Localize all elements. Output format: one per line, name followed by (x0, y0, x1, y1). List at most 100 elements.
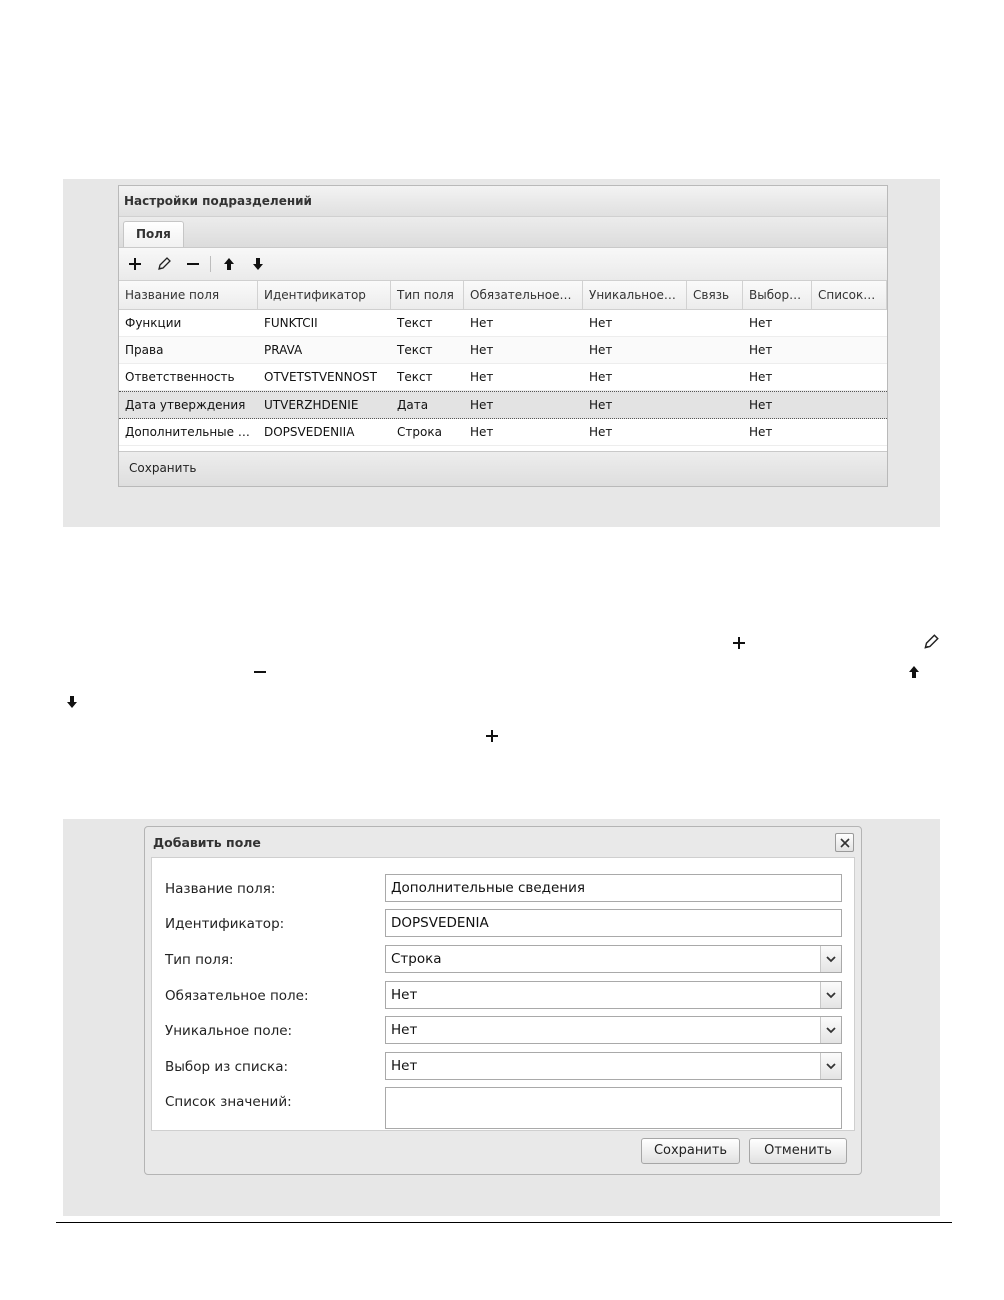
move-down-button[interactable] (248, 254, 268, 274)
save-button[interactable]: Сохранить (129, 461, 197, 475)
pencil-icon (158, 257, 171, 270)
cell-name: Права (125, 343, 164, 357)
chevron-down-icon (826, 1026, 836, 1033)
column-header-choice[interactable]: Выбор… (743, 281, 812, 309)
cell-link (687, 310, 743, 336)
field-required-select[interactable]: Нет (385, 981, 842, 1009)
toolbar-separator (210, 256, 211, 272)
chevron-down-icon (826, 1062, 836, 1069)
field-type-select[interactable]: Строка (385, 945, 842, 973)
table-row-selected[interactable]: Дата утверждения UTVERZHDENIE Дата Нет Н… (119, 391, 887, 419)
remove-field-button[interactable] (183, 254, 203, 274)
cell-required: Нет (470, 370, 494, 384)
column-header-name[interactable]: Название поля (119, 281, 258, 309)
arrow-down-icon (253, 258, 263, 270)
cell-list (812, 392, 887, 418)
cell-type: Текст (397, 316, 433, 330)
table-row[interactable]: Дополнительные … DOPSVEDENIIA Строка Нет… (119, 419, 887, 446)
cell-choice: Нет (749, 398, 773, 412)
column-header-type[interactable]: Тип поля (391, 281, 464, 309)
add-field-button[interactable] (125, 254, 145, 274)
form-row-choice: Выбор из списка: Нет (152, 1052, 854, 1082)
panel-footer: Сохранить (119, 451, 887, 486)
field-values-label: Список значений: (165, 1094, 292, 1110)
footer-divider (56, 1222, 952, 1223)
dialog-title: Добавить поле (153, 835, 261, 850)
cell-id: PRAVA (264, 343, 303, 357)
cell-list (812, 419, 887, 445)
cell-type: Текст (397, 370, 433, 384)
cell-link (687, 364, 743, 390)
minus-icon (254, 671, 266, 673)
cell-list (812, 310, 887, 336)
field-required-label: Обязательное поле: (165, 988, 309, 1004)
dropdown-trigger[interactable] (820, 946, 841, 972)
cell-id: OTVETSTVENNOST (264, 370, 377, 384)
move-up-button[interactable] (219, 254, 239, 274)
cell-type: Дата (397, 398, 429, 412)
field-id-input[interactable] (385, 909, 842, 937)
close-button[interactable] (835, 833, 854, 852)
minus-icon (187, 263, 199, 265)
chevron-down-icon (826, 955, 836, 962)
form-row-id: Идентификатор: (152, 909, 854, 939)
field-unique-label: Уникальное поле: (165, 1023, 293, 1039)
field-type-label: Тип поля: (165, 952, 234, 968)
cell-required: Нет (470, 343, 494, 357)
save-button[interactable]: Сохранить (641, 1138, 740, 1164)
grid-toolbar (119, 248, 887, 281)
dropdown-trigger[interactable] (820, 1053, 841, 1079)
edit-field-button[interactable] (154, 254, 174, 274)
cell-required: Нет (470, 316, 494, 330)
cell-link (687, 337, 743, 363)
screenshot-settings-grid: Настройки подразделений Поля Название по (63, 179, 940, 527)
field-type-value: Строка (391, 951, 442, 967)
form-row-values: Список значений: (152, 1087, 854, 1129)
panel-title: Настройки подразделений (119, 186, 887, 217)
field-choice-select[interactable]: Нет (385, 1052, 842, 1080)
column-header-list[interactable]: Список… (812, 281, 887, 309)
screenshot-add-field-dialog: Добавить поле Название поля: Идентификат… (63, 819, 940, 1216)
table-row[interactable]: Права PRAVA Текст Нет Нет Нет (119, 337, 887, 364)
cell-choice: Нет (749, 425, 773, 439)
tab-fields[interactable]: Поля (123, 221, 184, 247)
form-row-name: Название поля: (152, 874, 854, 904)
cell-list (812, 364, 887, 390)
cell-required: Нет (470, 398, 494, 412)
form-body: Название поля: Идентификатор: Тип поля: … (151, 857, 855, 1131)
table-row[interactable]: Ответственность OTVETSTVENNOST Текст Нет… (119, 364, 887, 391)
column-header-id[interactable]: Идентификатор (258, 281, 391, 309)
cell-name: Дата утверждения (125, 398, 246, 412)
close-icon (839, 837, 850, 848)
cell-name: Функции (125, 316, 182, 330)
form-row-required: Обязательное поле: Нет (152, 981, 854, 1011)
cell-choice: Нет (749, 370, 773, 384)
field-unique-select[interactable]: Нет (385, 1016, 842, 1044)
cancel-button[interactable]: Отменить (749, 1138, 847, 1164)
arrow-up-icon (909, 666, 919, 678)
dropdown-trigger[interactable] (820, 982, 841, 1008)
dropdown-trigger[interactable] (820, 1017, 841, 1043)
field-choice-label: Выбор из списка: (165, 1059, 289, 1075)
field-name-input[interactable] (385, 874, 842, 902)
cell-unique: Нет (589, 425, 613, 439)
cell-unique: Нет (589, 316, 613, 330)
column-header-unique[interactable]: Уникальное… (583, 281, 687, 309)
cell-list (812, 337, 887, 363)
plus-icon (486, 730, 498, 742)
cell-id: UTVERZHDENIE (264, 398, 359, 412)
cell-id: DOPSVEDENIIA (264, 425, 355, 439)
column-header-link[interactable]: Связь (687, 281, 743, 309)
cell-id: FUNKTCII (264, 316, 318, 330)
field-values-textarea[interactable] (385, 1087, 842, 1129)
table-row[interactable]: Функции FUNKTCII Текст Нет Нет Нет (119, 310, 887, 337)
field-id-label: Идентификатор: (165, 916, 285, 932)
chevron-down-icon (826, 991, 836, 998)
cell-link (687, 419, 743, 445)
column-header-required[interactable]: Обязательное… (464, 281, 583, 309)
cell-choice: Нет (749, 316, 773, 330)
pencil-icon (924, 634, 939, 649)
grid-header: Название поля Идентификатор Тип поля Обя… (119, 281, 887, 310)
field-unique-value: Нет (391, 1022, 418, 1038)
field-choice-value: Нет (391, 1058, 418, 1074)
